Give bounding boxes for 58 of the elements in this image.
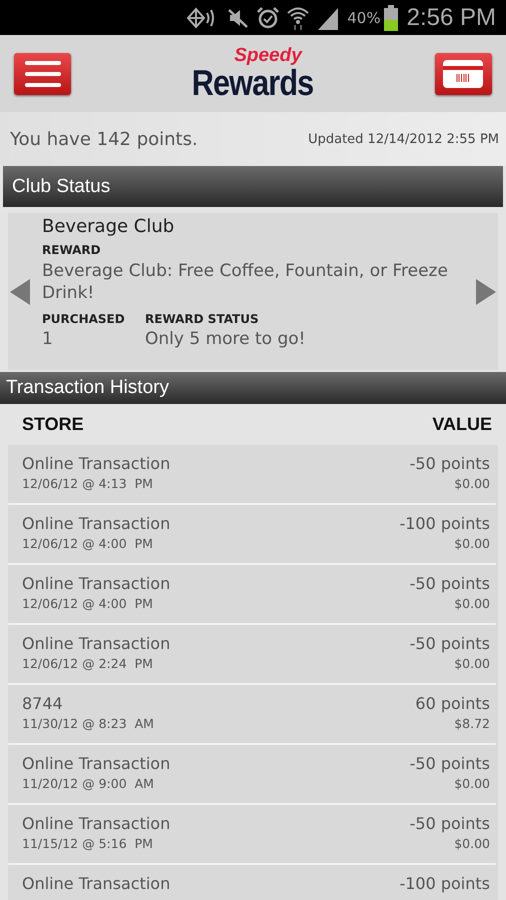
reward-text: Beverage Club: Free Coffee, Fountain, or Freeze Drink! bbox=[42, 260, 449, 304]
battery-percent: 40% bbox=[347, 8, 381, 26]
transaction-date: 12/06/12 @ 4:13 PM bbox=[22, 475, 154, 493]
store-name: Online Transaction bbox=[22, 573, 170, 595]
store-name: Online Transaction bbox=[22, 753, 170, 775]
previous-arrow-icon[interactable] bbox=[8, 276, 32, 306]
club-name: Beverage Club bbox=[42, 216, 176, 237]
clock-time: 2:56 PM bbox=[406, 4, 496, 32]
transaction-date: 11/20/12 @ 9:00 AM bbox=[22, 775, 155, 793]
menu-button[interactable] bbox=[14, 52, 71, 94]
alarm-icon bbox=[256, 6, 280, 30]
logo-top-text: Speedy bbox=[234, 46, 302, 65]
points-value: -100 points bbox=[399, 873, 490, 895]
store-name: Online Transaction bbox=[22, 633, 170, 655]
field-label: PURCHASED bbox=[42, 312, 126, 326]
amount-value: $0.00 bbox=[454, 475, 490, 493]
updated-text: Updated 12/14/2012 2:55 PM bbox=[308, 132, 499, 146]
section-header: Club Status bbox=[3, 166, 503, 207]
points-value: -50 points bbox=[410, 453, 490, 475]
column-header: STORE bbox=[22, 414, 84, 435]
amount-value: $0.00 bbox=[454, 535, 490, 553]
menu-icon bbox=[24, 60, 60, 88]
barcode-card-icon bbox=[443, 60, 484, 88]
transaction-date: 11/30/12 @ 8:23 AM bbox=[22, 715, 154, 733]
points-value: -50 points bbox=[410, 813, 490, 835]
field-label: REWARD STATUS bbox=[145, 312, 260, 326]
reward-status-value: Only 5 more to go! bbox=[145, 329, 306, 349]
card-button[interactable] bbox=[434, 52, 492, 94]
store-name: Online Transaction bbox=[22, 453, 170, 475]
amount-value: $8.72 bbox=[454, 715, 490, 733]
points-value: -50 points bbox=[410, 633, 490, 655]
wifi-icon bbox=[287, 6, 310, 30]
field-label: REWARD bbox=[42, 243, 102, 257]
transaction-date: 12/06/12 @ 4:00 PM bbox=[22, 535, 154, 553]
points-text: You have 142 points. bbox=[10, 128, 198, 150]
amount-value: $0.00 bbox=[454, 655, 490, 673]
points-value: 60 points bbox=[415, 693, 490, 715]
transaction-date: 12/06/12 @ 4:00 PM bbox=[22, 595, 154, 613]
amount-value: $0.00 bbox=[454, 835, 490, 853]
points-value: -50 points bbox=[410, 573, 490, 595]
store-name: Online Transaction bbox=[22, 513, 170, 535]
column-header: VALUE bbox=[432, 414, 492, 435]
mute-icon bbox=[227, 6, 250, 28]
points-value: -100 points bbox=[399, 513, 490, 535]
transaction-date: 12/06/12 @ 2:24 PM bbox=[22, 655, 154, 673]
store-name: Online Transaction bbox=[22, 813, 170, 835]
transaction-date: 11/15/12 @ 5:16 PM bbox=[22, 835, 154, 853]
signal-icon bbox=[316, 6, 340, 30]
next-arrow-icon[interactable] bbox=[474, 276, 498, 306]
logo-bottom-text: Rewards bbox=[192, 65, 314, 101]
store-name: 8744 bbox=[22, 693, 64, 715]
purchased-value: 1 bbox=[42, 329, 54, 349]
amount-value: $0.00 bbox=[454, 775, 490, 793]
section-header: Transaction History bbox=[0, 372, 506, 404]
amount-value: $0.00 bbox=[454, 595, 490, 613]
points-value: -50 points bbox=[410, 753, 490, 775]
battery-icon bbox=[384, 4, 398, 30]
store-name: Online Transaction bbox=[22, 873, 170, 895]
